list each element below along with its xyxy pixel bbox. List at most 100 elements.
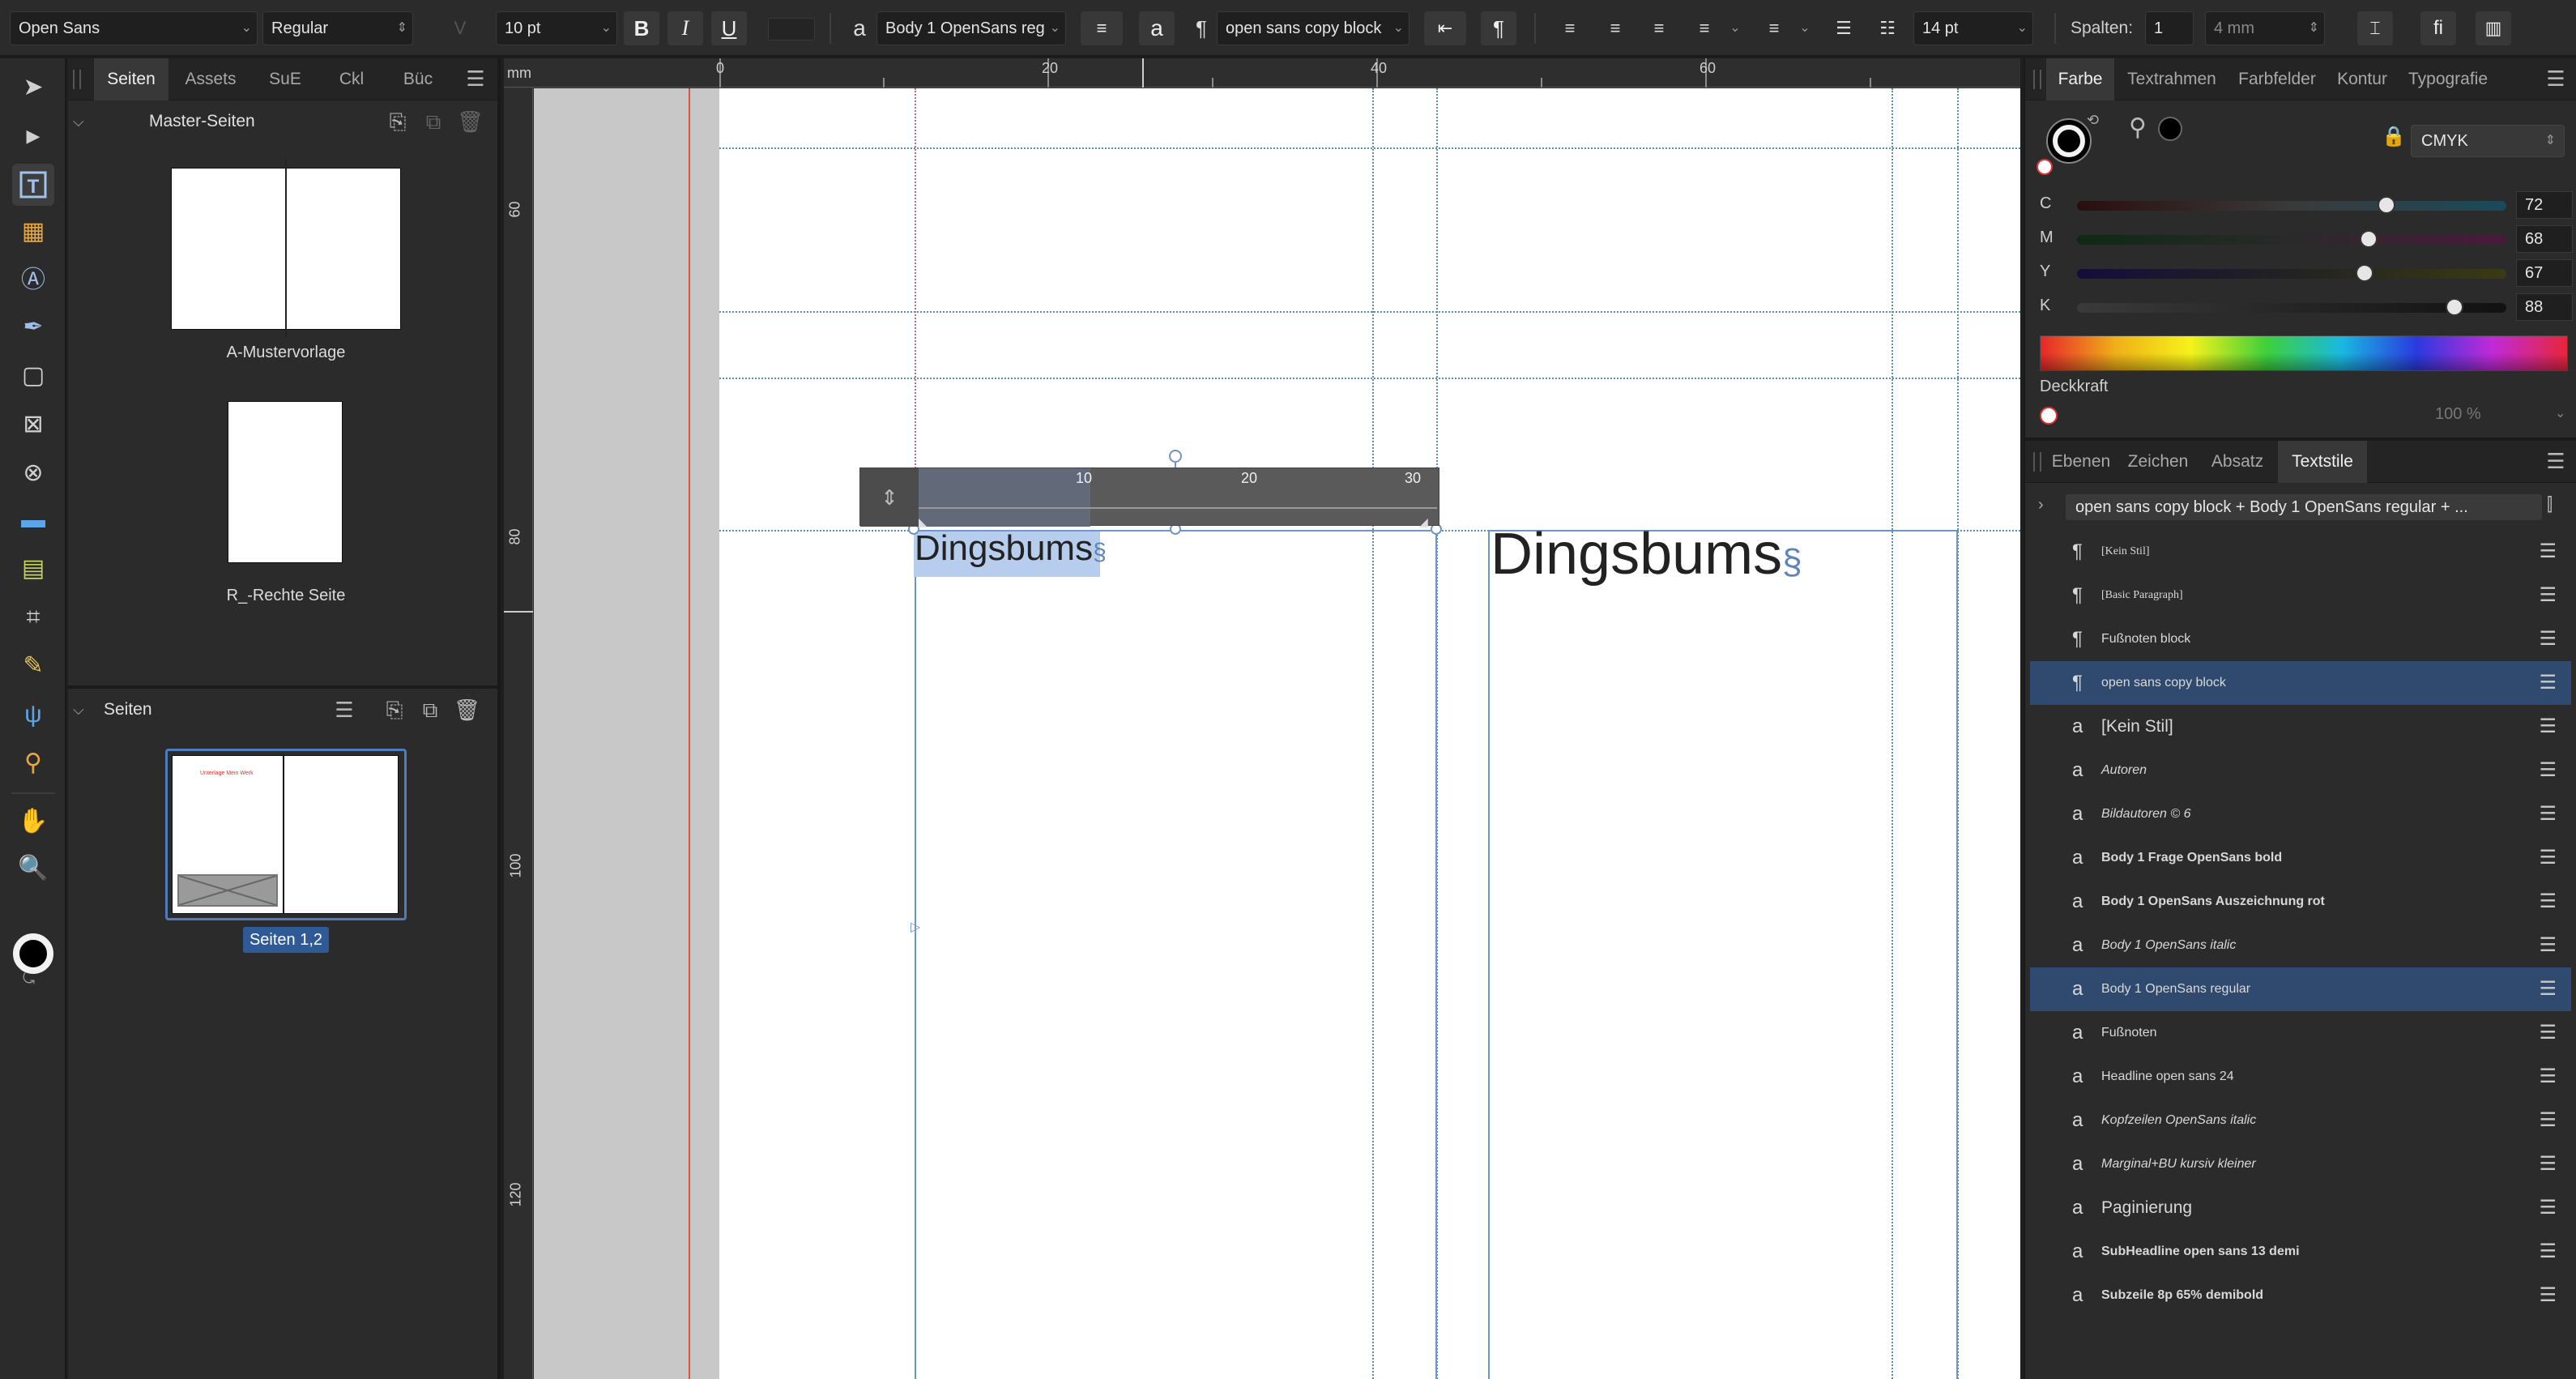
canvas-area[interactable]: mm 0 20 40 60 80 60 80 100 120 [504, 58, 2020, 1379]
picture-frame-tool-icon[interactable]: ⊠ [12, 403, 54, 446]
tab-kontur[interactable]: Kontur [2328, 58, 2396, 100]
frame-text-ruler[interactable]: ⇕ 10 20 30 ◣ ◢ [859, 467, 1439, 529]
style-menu-icon[interactable]: ☰ [2539, 880, 2557, 924]
style-options-icon[interactable]: ⫿ [2547, 494, 2553, 515]
character-style-row[interactable]: a Body 1 OpenSans regular ☰ [2030, 967, 2571, 1011]
style-menu-icon[interactable]: ☰ [2539, 530, 2557, 574]
tab-assets[interactable]: Assets [170, 58, 251, 100]
tab-ckl[interactable]: Ckl [319, 58, 384, 100]
style-menu-icon[interactable]: ☰ [2539, 1186, 2557, 1230]
align-right-button[interactable]: ≡ [1641, 11, 1677, 45]
underline-button[interactable]: U [711, 11, 747, 45]
character-style-row[interactable]: a Body 1 OpenSans italic ☰ [2030, 924, 2571, 967]
move-tool-icon[interactable]: ➤ [12, 66, 54, 109]
insert-master-icon[interactable]: ⎘ [386, 100, 410, 143]
leading-field[interactable]: 14 pt ⌄ [1913, 11, 2033, 45]
master-a-right-thumb[interactable] [287, 169, 400, 329]
numbered-list-button[interactable]: ☷ [1870, 11, 1905, 45]
vertical-ruler[interactable]: 60 80 100 120 [504, 88, 533, 1379]
color-model-select[interactable]: CMYK ⇕ [2411, 125, 2565, 157]
picked-color-swatch[interactable] [2158, 117, 2182, 141]
character-style-row[interactable]: a Body 1 OpenSans Auszeichnung rot ☰ [2030, 880, 2571, 924]
ligature-button[interactable]: fi [2420, 11, 2456, 45]
character-style-row[interactable]: a Subzeile 8p 65% demibold ☰ [2030, 1274, 2571, 1317]
paragraph-style-row[interactable]: ¶ open sans copy block ☰ [2030, 661, 2571, 705]
chevron-down-icon[interactable]: ⌄ [1724, 11, 1746, 45]
color-well-icon[interactable] [13, 933, 53, 974]
character-style-row[interactable]: a Kopfzeilen OpenSans italic ☰ [2030, 1099, 2571, 1142]
tab-typografie[interactable]: Typografie [2399, 58, 2497, 100]
channel-c-field[interactable]: 72 [2516, 191, 2573, 219]
insert-page-icon[interactable]: ⎘ [382, 689, 407, 731]
character-style-row[interactable]: a Paginierung ☰ [2030, 1186, 2571, 1230]
expand-arrow-icon[interactable]: › [2038, 496, 2044, 514]
color-picker-tool-icon[interactable]: ⚲ [12, 742, 54, 784]
gutter-field[interactable]: 4 mm ⇕ [2205, 11, 2325, 45]
artistic-text-tool-icon[interactable]: Ⓐ [12, 259, 54, 301]
duplicate-master-icon[interactable]: ⧉ [421, 100, 446, 143]
style-menu-icon[interactable]: ☰ [2539, 924, 2557, 967]
style-menu-icon[interactable]: ☰ [2539, 836, 2557, 880]
crop-tool-icon[interactable]: ⌗ [12, 596, 54, 638]
style-menu-icon[interactable]: ☰ [2539, 574, 2557, 617]
pen-tool-icon[interactable]: ✒ [12, 306, 54, 348]
character-style-row[interactable]: a SubHeadline open sans 13 demi ☰ [2030, 1230, 2571, 1274]
style-menu-icon[interactable]: ☰ [2539, 1142, 2557, 1186]
page-options-icon[interactable]: ☰ [332, 689, 356, 731]
side-handle-icon[interactable]: ▷ [911, 919, 920, 935]
hand-tool-icon[interactable]: ✋ [12, 801, 54, 843]
transparency-tool-icon[interactable]: ψ [12, 694, 54, 736]
collapse-arrow-icon[interactable]: ⌵ [73, 689, 84, 731]
font-size-field[interactable]: 10 pt ⌄ [496, 11, 617, 45]
stroke-well-icon[interactable] [2053, 125, 2085, 157]
tab-textrahmen[interactable]: Textrahmen [2118, 58, 2226, 100]
justify-button[interactable]: ≡ [1687, 11, 1722, 45]
page-spread-selection[interactable]: Unterlage Mein Werk [165, 749, 407, 920]
character-style-row[interactable]: a Headline open sans 24 ☰ [2030, 1055, 2571, 1099]
tab-seiten[interactable]: Seiten [94, 58, 168, 100]
italic-button[interactable]: I [667, 11, 703, 45]
node-tool-icon[interactable]: ▶ [12, 115, 54, 157]
channel-m-knob[interactable] [2360, 230, 2378, 248]
delete-master-icon[interactable]: 🗑 [457, 100, 484, 143]
character-a-button[interactable]: a [1139, 11, 1175, 45]
channel-m-slider[interactable] [2077, 230, 2506, 248]
style-menu-icon[interactable]: ☰ [2539, 661, 2557, 705]
image-tool-icon[interactable]: ▬ [12, 499, 54, 541]
frame-text-left[interactable]: Dingsbums§ [915, 528, 1107, 569]
document-page[interactable]: Dingsbums§ ▷ ⇕ 10 20 30 ◣ ◢ Dingsbums§ [689, 88, 2020, 1379]
swap-icon[interactable]: ⟲ [2087, 112, 2099, 129]
fill-tool-icon[interactable]: ✎ [12, 645, 54, 687]
character-style-row[interactable]: a Autoren ☰ [2030, 749, 2571, 792]
bullet-list-button[interactable]: ☰ [1826, 11, 1862, 45]
pilcrow-button[interactable]: ¶ [1481, 11, 1516, 45]
style-menu-icon[interactable]: ☰ [2539, 1230, 2557, 1274]
bold-button[interactable]: B [624, 11, 659, 45]
channel-y-slider[interactable] [2077, 264, 2506, 282]
style-menu-icon[interactable]: ☰ [2539, 705, 2557, 749]
lock-icon[interactable]: 🔒 [2382, 125, 2406, 148]
text-style-panel-button[interactable]: ≡ [1081, 11, 1123, 45]
channel-k-field[interactable]: 88 [2516, 293, 2573, 321]
character-style-row[interactable]: a [Kein Stil] ☰ [2030, 705, 2571, 749]
align-center-button[interactable]: ≡ [1597, 11, 1633, 45]
no-color-icon[interactable] [2036, 159, 2053, 175]
style-menu-icon[interactable]: ☰ [2539, 1099, 2557, 1142]
indent-marker-icon[interactable]: ◣ [919, 515, 928, 529]
delete-page-icon[interactable]: 🗑 [454, 689, 480, 731]
table-tool-icon[interactable]: ▦ [12, 211, 54, 253]
text-color-swatch[interactable] [768, 18, 815, 41]
tab-farbe[interactable]: Farbe [2046, 58, 2114, 100]
baseline-grid-button[interactable]: ▥ [2476, 11, 2511, 45]
channel-m-field[interactable]: 68 [2516, 225, 2573, 253]
paragraph-style-row[interactable]: ¶ [Basic Paragraph] ☰ [2030, 574, 2571, 617]
chevron-down-icon[interactable]: ⌄ [2555, 405, 2565, 421]
character-style-row[interactable]: a Bildautoren © 6 ☰ [2030, 792, 2571, 836]
text-frame-button[interactable]: ⌶ [2357, 11, 2393, 45]
align-left-button[interactable]: ≡ [1552, 11, 1588, 45]
tab-absatz[interactable]: Absatz [2200, 441, 2275, 483]
character-style-select[interactable]: Body 1 OpenSans reg ⌄ [876, 11, 1066, 45]
opacity-reset-icon[interactable] [2040, 407, 2058, 425]
channel-k-slider[interactable] [2077, 298, 2506, 316]
style-menu-icon[interactable]: ☰ [2539, 617, 2557, 661]
